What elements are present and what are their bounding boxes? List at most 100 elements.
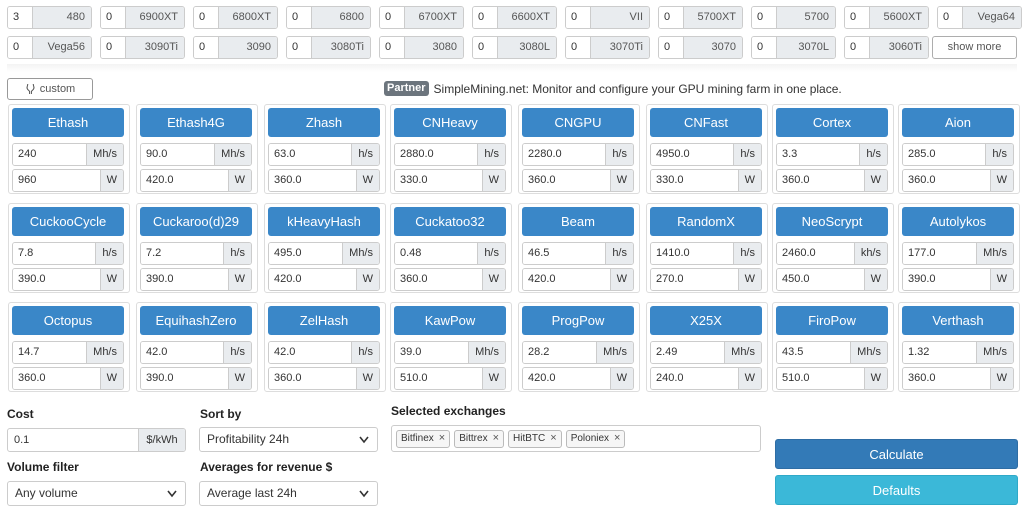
gpu-count-field[interactable]: 0 Vega64: [937, 6, 1022, 29]
power-input[interactable]: 450.0: [777, 269, 864, 290]
hashrate-input[interactable]: 42.0: [141, 342, 224, 363]
power-input[interactable]: 270.0: [651, 269, 738, 290]
algo-toggle-button[interactable]: Ethash: [12, 108, 124, 137]
hashrate-input[interactable]: 63.0: [269, 144, 352, 165]
power-input[interactable]: 360.0: [269, 368, 356, 389]
algo-toggle-button[interactable]: Zhash: [268, 108, 380, 137]
hashrate-field[interactable]: 3.3 h/s: [776, 143, 888, 166]
power-input[interactable]: 240.0: [651, 368, 738, 389]
gpu-count-input[interactable]: 0: [752, 7, 776, 28]
power-field[interactable]: 360.0 W: [522, 169, 634, 192]
power-input[interactable]: 420.0: [269, 269, 356, 290]
hashrate-field[interactable]: 2880.0 h/s: [394, 143, 506, 166]
hashrate-input[interactable]: 495.0: [269, 243, 343, 264]
algo-toggle-button[interactable]: X25X: [650, 306, 762, 335]
hashrate-input[interactable]: 28.2: [523, 342, 597, 363]
power-field[interactable]: 420.0 W: [140, 169, 252, 192]
gpu-count-field[interactable]: 3 480: [7, 6, 92, 29]
hashrate-field[interactable]: 2460.0 kh/s: [776, 242, 888, 265]
remove-tag-icon[interactable]: ×: [439, 431, 445, 446]
power-field[interactable]: 390.0 W: [12, 268, 124, 291]
algo-toggle-button[interactable]: ProgPow: [522, 306, 634, 335]
hashrate-field[interactable]: 177.0 Mh/s: [902, 242, 1014, 265]
power-input[interactable]: 420.0: [523, 368, 610, 389]
algo-toggle-button[interactable]: CNFast: [650, 108, 762, 137]
gpu-count-input[interactable]: 0: [194, 37, 218, 58]
power-field[interactable]: 420.0 W: [522, 268, 634, 291]
hashrate-field[interactable]: 2.49 Mh/s: [650, 341, 762, 364]
power-field[interactable]: 360.0 W: [902, 367, 1014, 390]
algo-toggle-button[interactable]: NeoScrypt: [776, 207, 888, 236]
hashrate-field[interactable]: 39.0 Mh/s: [394, 341, 506, 364]
algo-toggle-button[interactable]: CNGPU: [522, 108, 634, 137]
partner-banner[interactable]: Partner SimpleMining.net: Monitor and co…: [384, 81, 842, 96]
remove-tag-icon[interactable]: ×: [614, 431, 620, 446]
power-input[interactable]: 420.0: [523, 269, 610, 290]
hashrate-field[interactable]: 90.0 Mh/s: [140, 143, 252, 166]
power-input[interactable]: 960: [13, 170, 100, 191]
gpu-count-input[interactable]: 0: [101, 37, 125, 58]
hashrate-input[interactable]: 42.0: [269, 342, 352, 363]
hashrate-field[interactable]: 28.2 Mh/s: [522, 341, 634, 364]
sort-by-select[interactable]: Profitability 24h: [199, 427, 378, 452]
hashrate-field[interactable]: 495.0 Mh/s: [268, 242, 380, 265]
algo-toggle-button[interactable]: FiroPow: [776, 306, 888, 335]
gpu-count-input[interactable]: 0: [566, 37, 590, 58]
hashrate-field[interactable]: 0.48 h/s: [394, 242, 506, 265]
algo-toggle-button[interactable]: KawPow: [394, 306, 506, 335]
hashrate-field[interactable]: 1.32 Mh/s: [902, 341, 1014, 364]
power-input[interactable]: 510.0: [395, 368, 482, 389]
gpu-count-input[interactable]: 0: [566, 7, 590, 28]
hashrate-input[interactable]: 240: [13, 144, 87, 165]
hashrate-field[interactable]: 7.8 h/s: [12, 242, 124, 265]
hashrate-input[interactable]: 2.49: [651, 342, 725, 363]
hashrate-input[interactable]: 177.0: [903, 243, 977, 264]
power-input[interactable]: 390.0: [903, 269, 990, 290]
power-field[interactable]: 390.0 W: [140, 268, 252, 291]
power-input[interactable]: 390.0: [13, 269, 100, 290]
power-field[interactable]: 360.0 W: [902, 169, 1014, 192]
power-field[interactable]: 510.0 W: [394, 367, 506, 390]
hashrate-input[interactable]: 90.0: [141, 144, 215, 165]
gpu-count-field[interactable]: 0 3080Ti: [286, 36, 371, 59]
power-field[interactable]: 330.0 W: [394, 169, 506, 192]
power-field[interactable]: 330.0 W: [650, 169, 762, 192]
remove-tag-icon[interactable]: ×: [493, 431, 499, 446]
exchanges-multiselect[interactable]: Bitfinex × Bittrex × HitBTC × Poloniex ×: [391, 425, 761, 452]
power-input[interactable]: 360.0: [395, 269, 482, 290]
gpu-count-field[interactable]: 0 3070Ti: [565, 36, 650, 59]
algo-toggle-button[interactable]: Beam: [522, 207, 634, 236]
hashrate-input[interactable]: 7.2: [141, 243, 224, 264]
hashrate-input[interactable]: 2280.0: [523, 144, 606, 165]
algo-toggle-button[interactable]: CNHeavy: [394, 108, 506, 137]
gpu-count-input[interactable]: 0: [8, 37, 32, 58]
calculate-button[interactable]: Calculate: [775, 439, 1018, 469]
hashrate-field[interactable]: 43.5 Mh/s: [776, 341, 888, 364]
power-field[interactable]: 270.0 W: [650, 268, 762, 291]
gpu-count-field[interactable]: 0 6600XT: [472, 6, 557, 29]
hashrate-field[interactable]: 285.0 h/s: [902, 143, 1014, 166]
hashrate-input[interactable]: 46.5: [523, 243, 606, 264]
power-input[interactable]: 360.0: [903, 368, 990, 389]
power-input[interactable]: 360.0: [269, 170, 356, 191]
gpu-count-input[interactable]: 0: [380, 7, 404, 28]
gpu-count-field[interactable]: 0 6800XT: [193, 6, 278, 29]
power-field[interactable]: 360.0 W: [268, 367, 380, 390]
gpu-count-input[interactable]: 0: [194, 7, 218, 28]
algo-toggle-button[interactable]: Aion: [902, 108, 1014, 137]
algo-toggle-button[interactable]: RandomX: [650, 207, 762, 236]
show-more-button[interactable]: show more: [932, 36, 1017, 59]
hashrate-input[interactable]: 43.5: [777, 342, 851, 363]
gpu-count-input[interactable]: 0: [380, 37, 404, 58]
gpu-count-input[interactable]: 0: [287, 37, 311, 58]
hashrate-input[interactable]: 4950.0: [651, 144, 734, 165]
gpu-count-field[interactable]: 0 6800: [286, 6, 371, 29]
gpu-count-field[interactable]: 0 3070: [658, 36, 743, 59]
algo-toggle-button[interactable]: ZelHash: [268, 306, 380, 335]
power-input[interactable]: 360.0: [777, 170, 864, 191]
algo-toggle-button[interactable]: Autolykos: [902, 207, 1014, 236]
algo-toggle-button[interactable]: EquihashZero: [140, 306, 252, 335]
hashrate-input[interactable]: 1.32: [903, 342, 977, 363]
hashrate-field[interactable]: 4950.0 h/s: [650, 143, 762, 166]
hashrate-field[interactable]: 14.7 Mh/s: [12, 341, 124, 364]
